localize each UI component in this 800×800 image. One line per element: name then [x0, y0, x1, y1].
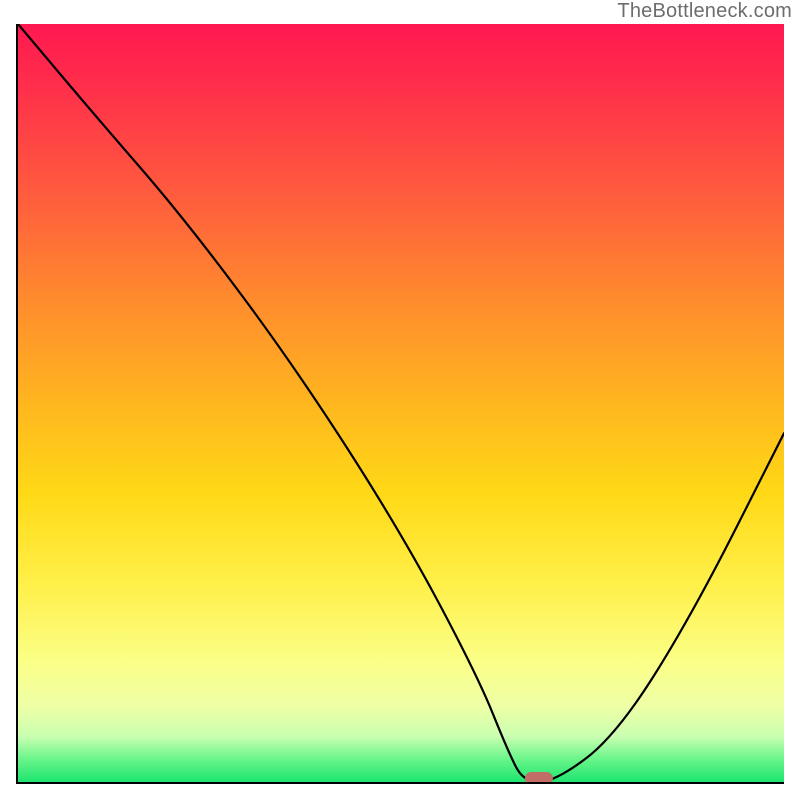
bottleneck-curve	[18, 24, 784, 782]
curve-layer	[18, 24, 784, 782]
bottleneck-chart: TheBottleneck.com	[0, 0, 800, 800]
attribution-text: TheBottleneck.com	[617, 0, 792, 23]
optimum-marker	[525, 772, 553, 782]
plot-area	[16, 24, 784, 784]
